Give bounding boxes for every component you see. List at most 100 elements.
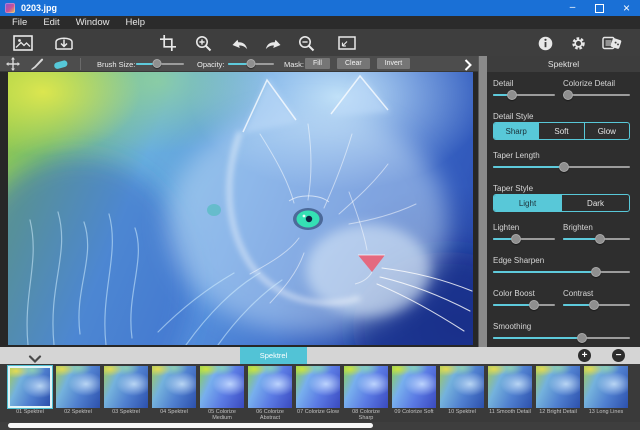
taper-style-label: Taper Style (493, 184, 630, 193)
minimize-button[interactable]: – (559, 0, 586, 16)
slider-group-brighten: Brighten (563, 223, 630, 245)
preset-category-tab[interactable]: Spektrel (240, 347, 307, 364)
redo-icon[interactable] (262, 32, 284, 54)
slider-thumb[interactable] (559, 162, 569, 172)
preset-thumbnail[interactable] (392, 366, 436, 408)
slider-control[interactable] (493, 299, 555, 311)
preset-label: 01 Spektrel (8, 409, 52, 415)
option-glow-button[interactable]: Glow (584, 123, 629, 139)
brush-size-slider[interactable] (136, 59, 184, 69)
mask-fill-button[interactable]: Fill (305, 58, 330, 69)
undo-icon[interactable] (229, 32, 251, 54)
slider-thumb[interactable] (246, 59, 255, 68)
brighten-slider[interactable] (563, 233, 630, 245)
color-boost-slider[interactable] (493, 299, 555, 311)
title-bar: 0203.jpg – × (0, 0, 640, 16)
slider-thumb[interactable] (153, 59, 162, 68)
maximize-button[interactable] (586, 0, 613, 16)
contrast-slider[interactable] (563, 299, 630, 311)
filmstrip-scrollbar[interactable] (0, 422, 640, 430)
settings-gear-icon[interactable] (567, 32, 589, 54)
preset-item-9: 09 Colorize Soft (392, 366, 436, 422)
lighten-slider[interactable] (493, 233, 555, 245)
preset-item-12: 12 Bright Detail (536, 366, 580, 422)
option-sharp-button[interactable]: Sharp (494, 123, 538, 139)
option-light-button[interactable]: Light (494, 195, 561, 211)
export-save-icon[interactable] (53, 32, 75, 54)
open-image-icon[interactable] (12, 32, 34, 54)
eraser-tool-icon[interactable] (52, 57, 70, 71)
option-soft-button[interactable]: Soft (538, 123, 583, 139)
slider-group-taper-length: Taper Length (493, 151, 630, 173)
scrollbar-thumb[interactable] (8, 423, 373, 428)
zoom-out-icon[interactable] (295, 32, 317, 54)
slider-control[interactable] (563, 233, 630, 245)
move-tool-icon[interactable] (4, 57, 22, 71)
crop-icon[interactable] (157, 32, 179, 54)
preset-thumbnail[interactable] (584, 366, 628, 408)
preset-thumbnail[interactable] (104, 366, 148, 408)
canvas-image[interactable] (8, 72, 473, 345)
chevron-down-icon[interactable] (28, 351, 42, 360)
preset-thumbnail[interactable] (296, 366, 340, 408)
mask-clear-button[interactable]: Clear (337, 58, 370, 69)
slider-control[interactable] (136, 59, 184, 69)
slider-thumb[interactable] (589, 300, 599, 310)
app-icon (5, 3, 15, 13)
contrast-label: Contrast (563, 289, 630, 298)
slider-thumb[interactable] (577, 333, 587, 343)
panel-resize-gutter[interactable] (478, 56, 487, 347)
preset-thumbnail[interactable] (536, 366, 580, 408)
brush-size-label: Brush Size: (97, 60, 135, 69)
window-controls: – × (559, 0, 640, 16)
preset-thumbnail[interactable] (344, 366, 388, 408)
slider-thumb[interactable] (591, 267, 601, 277)
preset-thumbnail[interactable] (152, 366, 196, 408)
menu-item-help[interactable]: Help (117, 17, 153, 28)
remove-preset-button[interactable]: − (612, 349, 625, 362)
preset-thumbnail[interactable] (440, 366, 484, 408)
fit-view-icon[interactable] (336, 32, 358, 54)
preset-thumbnail[interactable] (200, 366, 244, 408)
slider-control[interactable] (493, 233, 555, 245)
preset-thumbnail[interactable] (8, 366, 52, 408)
slider-thumb[interactable] (507, 90, 517, 100)
smoothing-slider[interactable] (493, 332, 630, 344)
detail-slider[interactable] (493, 89, 555, 101)
menu-item-edit[interactable]: Edit (35, 17, 67, 28)
taper-length-slider[interactable] (493, 161, 630, 173)
slider-thumb[interactable] (595, 234, 605, 244)
slider-control[interactable] (228, 59, 274, 69)
slider-thumb[interactable] (563, 90, 573, 100)
preset-item-4: 04 Spektrel (152, 366, 196, 422)
slider-pair-row: Color BoostContrast (493, 289, 630, 311)
preset-thumbnail[interactable] (248, 366, 292, 408)
slider-control[interactable] (493, 161, 630, 173)
slider-thumb[interactable] (529, 300, 539, 310)
add-preset-button[interactable]: + (578, 349, 591, 362)
slider-control[interactable] (563, 89, 630, 101)
mask-invert-button[interactable]: Invert (377, 58, 411, 69)
zoom-in-icon[interactable] (192, 32, 214, 54)
info-icon[interactable] (534, 32, 556, 54)
slider-control[interactable] (563, 299, 630, 311)
slider-thumb[interactable] (511, 234, 521, 244)
adjustment-panel: Spektrel DetailColorize DetailDetail Sty… (487, 56, 640, 347)
edge-sharpen-slider[interactable] (493, 266, 630, 278)
preset-thumbnail[interactable] (56, 366, 100, 408)
slider-control[interactable] (493, 89, 555, 101)
close-button[interactable]: × (613, 0, 640, 16)
option-dark-button[interactable]: Dark (561, 195, 629, 211)
brush-tool-icon[interactable] (28, 57, 46, 71)
opacity-slider[interactable] (228, 59, 274, 69)
colorize-detail-slider[interactable] (563, 89, 630, 101)
preset-label: 06 Colorize Abstract (248, 409, 292, 422)
menu-item-window[interactable]: Window (68, 17, 118, 28)
preset-label: 10 Spektrel (440, 409, 484, 415)
random-presets-icon[interactable] (601, 32, 623, 54)
slider-control[interactable] (493, 332, 630, 344)
menu-item-file[interactable]: File (4, 17, 35, 28)
slider-control[interactable] (493, 266, 630, 278)
slider-pair-row: DetailColorize Detail (493, 79, 630, 101)
preset-thumbnail[interactable] (488, 366, 532, 408)
